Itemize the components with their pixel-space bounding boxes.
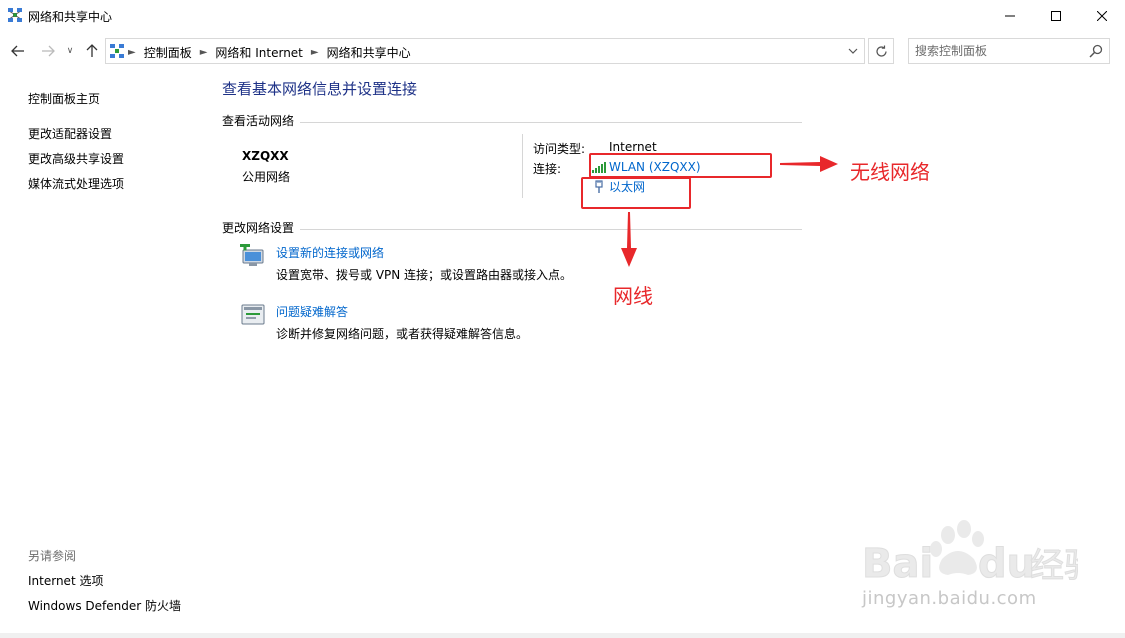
active-networks-heading: 查看活动网络 bbox=[222, 112, 301, 129]
search-box[interactable] bbox=[908, 38, 1110, 64]
chevron-right-icon[interactable]: ► bbox=[311, 47, 319, 58]
chevron-right-icon: ► bbox=[128, 47, 136, 58]
minimize-icon bbox=[1005, 15, 1015, 17]
access-type-value: Internet bbox=[609, 140, 657, 154]
search-icon[interactable] bbox=[1089, 44, 1103, 58]
arrow-up-icon bbox=[86, 44, 98, 57]
vertical-divider bbox=[522, 134, 523, 198]
access-type-label: 访问类型: bbox=[533, 142, 586, 156]
annotation-arrow-right bbox=[780, 156, 838, 172]
breadcrumb-network-sharing-center[interactable]: 网络和共享中心 bbox=[327, 44, 411, 61]
svg-text:du: du bbox=[978, 541, 1035, 587]
close-icon bbox=[1097, 11, 1107, 21]
see-also-heading: 另请参阅 bbox=[28, 549, 77, 563]
watermark-url: jingyan.baidu.com bbox=[862, 588, 1037, 609]
new-connection-icon[interactable] bbox=[240, 244, 266, 268]
maximize-icon bbox=[1051, 11, 1061, 21]
control-panel-icon bbox=[110, 44, 124, 58]
search-input[interactable] bbox=[915, 43, 1080, 59]
address-dropdown-button[interactable] bbox=[844, 43, 862, 59]
annotation-wireless-label: 无线网络 bbox=[850, 160, 930, 184]
sidebar-link-media-streaming[interactable]: 媒体流式处理选项 bbox=[28, 175, 124, 192]
arrow-right-icon bbox=[42, 45, 55, 57]
network-type: 公用网络 bbox=[242, 170, 291, 184]
sidebar-link-control-panel-home[interactable]: 控制面板主页 bbox=[28, 90, 100, 107]
sidebar-link-defender-firewall[interactable]: Windows Defender 防火墙 bbox=[28, 597, 181, 614]
refresh-icon bbox=[875, 45, 887, 57]
breadcrumb-network-internet[interactable]: 网络和 Internet bbox=[215, 44, 302, 61]
connections-label: 连接: bbox=[533, 162, 562, 176]
recent-locations-button[interactable]: ∨ bbox=[63, 40, 77, 62]
title-bar: 网络和共享中心 bbox=[0, 0, 1125, 32]
annotation-box-ethernet bbox=[581, 177, 691, 209]
network-name: XZQXX bbox=[242, 149, 289, 163]
sidebar-link-internet-options[interactable]: Internet 选项 bbox=[28, 572, 103, 589]
minimize-button[interactable] bbox=[987, 0, 1033, 32]
maximize-button[interactable] bbox=[1033, 0, 1079, 32]
sidebar: 控制面板主页 更改适配器设置 更改高级共享设置 媒体流式处理选项 另请参阅 In… bbox=[0, 66, 210, 638]
annotation-wired-label: 网线 bbox=[613, 284, 653, 308]
breadcrumb-control-panel[interactable]: 控制面板 bbox=[144, 44, 192, 61]
breadcrumb: ► 控制面板 ► 网络和 Internet ► 网络和共享中心 bbox=[128, 44, 411, 61]
annotation-arrow-down bbox=[621, 212, 637, 267]
svg-text:经验: 经验 bbox=[1030, 546, 1078, 586]
window-title: 网络和共享中心 bbox=[28, 10, 113, 24]
address-bar[interactable]: ► 控制面板 ► 网络和 Internet ► 网络和共享中心 bbox=[105, 38, 865, 64]
chevron-down-icon bbox=[848, 48, 858, 54]
network-center-icon bbox=[8, 8, 22, 22]
up-button[interactable] bbox=[82, 40, 102, 62]
forward-button[interactable] bbox=[38, 40, 58, 62]
troubleshoot-icon[interactable] bbox=[240, 303, 266, 327]
chevron-down-icon: ∨ bbox=[66, 46, 74, 56]
page-title: 查看基本网络信息并设置连接 bbox=[222, 80, 418, 98]
troubleshoot-description: 诊断并修复网络问题，或者获得疑难解答信息。 bbox=[276, 327, 529, 341]
troubleshoot-link[interactable]: 问题疑难解答 bbox=[276, 303, 348, 320]
change-settings-heading: 更改网络设置 bbox=[222, 219, 301, 236]
new-connection-description: 设置宽带、拨号或 VPN 连接；或设置路由器或接入点。 bbox=[276, 268, 573, 282]
annotation-box-wlan bbox=[589, 153, 772, 178]
back-button[interactable] bbox=[8, 40, 28, 62]
bottom-edge bbox=[0, 633, 1125, 638]
new-connection-link[interactable]: 设置新的连接或网络 bbox=[276, 244, 384, 261]
sidebar-link-adapter-settings[interactable]: 更改适配器设置 bbox=[28, 125, 112, 142]
arrow-left-icon bbox=[11, 45, 24, 57]
chevron-right-icon[interactable]: ► bbox=[200, 47, 208, 58]
refresh-button[interactable] bbox=[868, 38, 894, 64]
svg-text:Bai: Bai bbox=[862, 541, 933, 587]
close-button[interactable] bbox=[1079, 0, 1125, 32]
sidebar-link-advanced-sharing[interactable]: 更改高级共享设置 bbox=[28, 150, 124, 167]
navigation-bar: ∨ ► 控制面板 ► 网络和 Internet ► 网络和共享中心 bbox=[0, 36, 1125, 66]
section-divider bbox=[222, 122, 802, 123]
section-divider bbox=[222, 229, 802, 230]
